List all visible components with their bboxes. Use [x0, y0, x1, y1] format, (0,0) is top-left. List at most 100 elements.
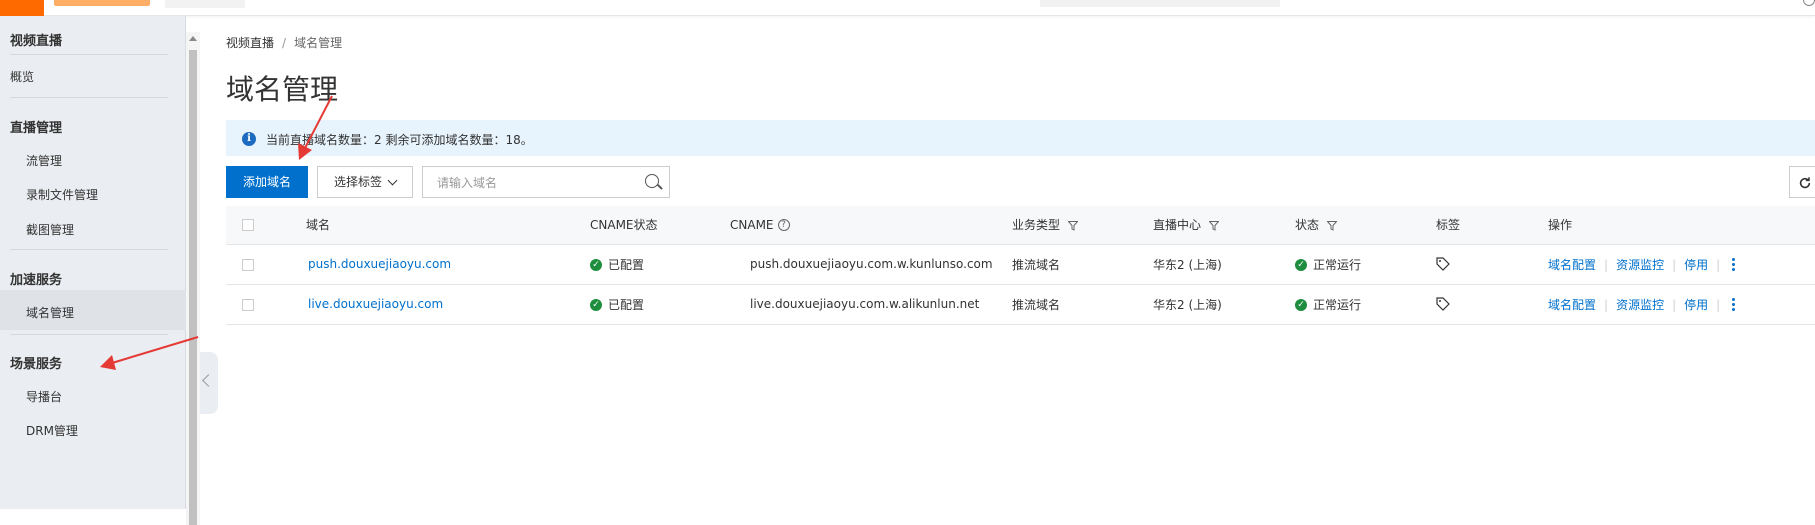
- sidebar-item-domain-management[interactable]: 域名管理: [26, 304, 74, 321]
- add-domain-button[interactable]: 添加域名: [226, 166, 308, 198]
- sidebar-scrollbar[interactable]: [186, 32, 200, 525]
- cname-status-text: 已配置: [608, 257, 645, 272]
- alert-text: 当前直播域名数量：2 剩余可添加域名数量：18。: [266, 133, 533, 147]
- scrollbar-thumb[interactable]: [189, 50, 197, 525]
- page-title: 域名管理: [226, 73, 339, 106]
- actions-cell: 域名配置 | 资源监控 | 停用 |: [1548, 244, 1815, 285]
- check-circle-icon: ✓: [1295, 299, 1307, 311]
- more-vertical-icon[interactable]: [1732, 298, 1736, 312]
- select-all-cell: [226, 206, 306, 245]
- sidebar: 视频直播 概览 直播管理 流管理 录制文件管理 截图管理 加速服务 域名管理 场…: [0, 16, 186, 509]
- chevron-down-icon: [387, 175, 398, 186]
- sidebar-item-stream-management[interactable]: 流管理: [26, 152, 62, 169]
- table-row: live.douxuejiaoyu.com ✓ 已配置 live.douxueji…: [226, 284, 1815, 325]
- disable-link[interactable]: 停用: [1684, 258, 1708, 272]
- domain-search-input[interactable]: [437, 173, 637, 193]
- cname-status-text: 已配置: [608, 297, 645, 312]
- header-live-center: 直播中心: [1153, 206, 1295, 245]
- breadcrumb-root[interactable]: 视频直播: [226, 36, 274, 50]
- table-header-row: 域名 CNAME状态 CNAME? 业务类型 直播中心 状态 标签 操作: [226, 206, 1815, 245]
- domain-config-link[interactable]: 域名配置: [1548, 258, 1596, 272]
- header-status: 状态: [1295, 206, 1436, 245]
- cname-status-cell: ✓ 已配置: [590, 284, 730, 325]
- info-alert: i 当前直播域名数量：2 剩余可添加域名数量：18。: [226, 120, 1815, 156]
- tag-cell: [1436, 244, 1548, 285]
- action-separator: |: [1672, 257, 1677, 272]
- action-separator: |: [1604, 257, 1609, 272]
- select-tag-label: 选择标签: [334, 175, 383, 189]
- top-menu[interactable]: [165, 0, 245, 8]
- more-vertical-icon[interactable]: [1732, 258, 1736, 272]
- header-actions: 操作: [1548, 206, 1815, 245]
- domain-link[interactable]: push.douxuejiaoyu.com: [308, 257, 451, 271]
- business-type-cell: 推流域名: [1012, 284, 1153, 325]
- action-separator: |: [1672, 297, 1677, 312]
- sidebar-group-scene-services[interactable]: 场景服务: [10, 353, 62, 372]
- tag-icon[interactable]: [1436, 257, 1450, 272]
- select-all-checkbox[interactable]: [242, 219, 254, 232]
- header-live-center-label: 直播中心: [1153, 218, 1202, 233]
- domain-cell: push.douxuejiaoyu.com: [306, 244, 590, 285]
- check-circle-icon: ✓: [590, 259, 602, 271]
- row-checkbox[interactable]: [242, 298, 254, 311]
- search-icon[interactable]: [645, 174, 659, 188]
- scroll-up-arrow-icon[interactable]: [189, 36, 197, 41]
- breadcrumb-separator: /: [282, 36, 287, 50]
- domain-link[interactable]: live.douxuejiaoyu.com: [308, 297, 443, 311]
- header-domain: 域名: [306, 206, 590, 245]
- disable-link[interactable]: 停用: [1684, 298, 1708, 312]
- domain-config-link[interactable]: 域名配置: [1548, 298, 1596, 312]
- cname-cell: push.douxuejiaoyu.com.w.kunlunso.com: [730, 244, 1012, 285]
- refresh-icon: [1799, 176, 1811, 188]
- sidebar-divider: [10, 54, 168, 55]
- info-icon: i: [242, 132, 256, 146]
- domain-search-box: [422, 166, 670, 198]
- header-status-label: 状态: [1295, 218, 1320, 233]
- sidebar-item-snapshot-management[interactable]: 截图管理: [26, 221, 74, 238]
- header-cname: CNAME?: [730, 206, 1012, 245]
- cname-cell: live.douxuejiaoyu.com.w.alikunlun.net: [730, 284, 1012, 325]
- row-select-cell: [226, 284, 306, 325]
- sidebar-collapse-button[interactable]: [200, 352, 218, 414]
- header-tag: 标签: [1436, 206, 1548, 245]
- live-center-cell: 华东2 (上海): [1153, 244, 1295, 285]
- chevron-left-icon: [202, 374, 215, 387]
- breadcrumb-current: 域名管理: [294, 36, 343, 50]
- domain-table: 域名 CNAME状态 CNAME? 业务类型 直播中心 状态 标签 操作 pus…: [226, 206, 1815, 325]
- domain-cell: live.douxuejiaoyu.com: [306, 284, 590, 325]
- sidebar-group-live-management[interactable]: 直播管理: [10, 117, 62, 136]
- resource-monitor-link[interactable]: 资源监控: [1616, 258, 1664, 272]
- sidebar-group-live[interactable]: 视频直播: [10, 30, 62, 49]
- table-row: push.douxuejiaoyu.com ✓ 已配置 push.douxueji…: [226, 244, 1815, 285]
- sidebar-group-acceleration[interactable]: 加速服务: [10, 269, 62, 288]
- filter-icon[interactable]: [1068, 220, 1079, 231]
- brand-logo: [54, 0, 150, 6]
- sidebar-item-overview[interactable]: 概览: [10, 68, 34, 85]
- sidebar-item-director[interactable]: 导播台: [26, 388, 62, 405]
- tag-icon[interactable]: [1436, 297, 1450, 312]
- sidebar-item-recording-files[interactable]: 录制文件管理: [26, 186, 98, 203]
- select-tag-dropdown[interactable]: 选择标签: [317, 166, 413, 198]
- user-icon[interactable]: [1803, 0, 1815, 6]
- sidebar-divider: [10, 97, 168, 98]
- sidebar-item-drm[interactable]: DRM管理: [26, 422, 78, 439]
- check-circle-icon: ✓: [1295, 259, 1307, 271]
- main-content: 视频直播 / 域名管理 域名管理 i 当前直播域名数量：2 剩余可添加域名数量：18…: [226, 16, 1815, 509]
- resource-monitor-link[interactable]: 资源监控: [1616, 298, 1664, 312]
- cname-status-cell: ✓ 已配置: [590, 244, 730, 285]
- row-select-cell: [226, 244, 306, 285]
- actions-cell: 域名配置 | 资源监控 | 停用 |: [1548, 284, 1815, 325]
- refresh-button[interactable]: [1789, 166, 1815, 198]
- logo[interactable]: [0, 0, 44, 16]
- global-search-input[interactable]: [1040, 0, 1280, 7]
- status-text: 正常运行: [1313, 297, 1362, 312]
- action-separator: |: [1716, 257, 1721, 272]
- filter-icon[interactable]: [1209, 220, 1220, 231]
- header-business-type-label: 业务类型: [1012, 218, 1061, 233]
- filter-icon[interactable]: [1327, 220, 1338, 231]
- row-checkbox[interactable]: [242, 258, 254, 271]
- help-icon[interactable]: ?: [777, 219, 790, 232]
- status-cell: ✓ 正常运行: [1295, 244, 1436, 285]
- header-cname-status: CNAME状态: [590, 206, 730, 245]
- business-type-cell: 推流域名: [1012, 244, 1153, 285]
